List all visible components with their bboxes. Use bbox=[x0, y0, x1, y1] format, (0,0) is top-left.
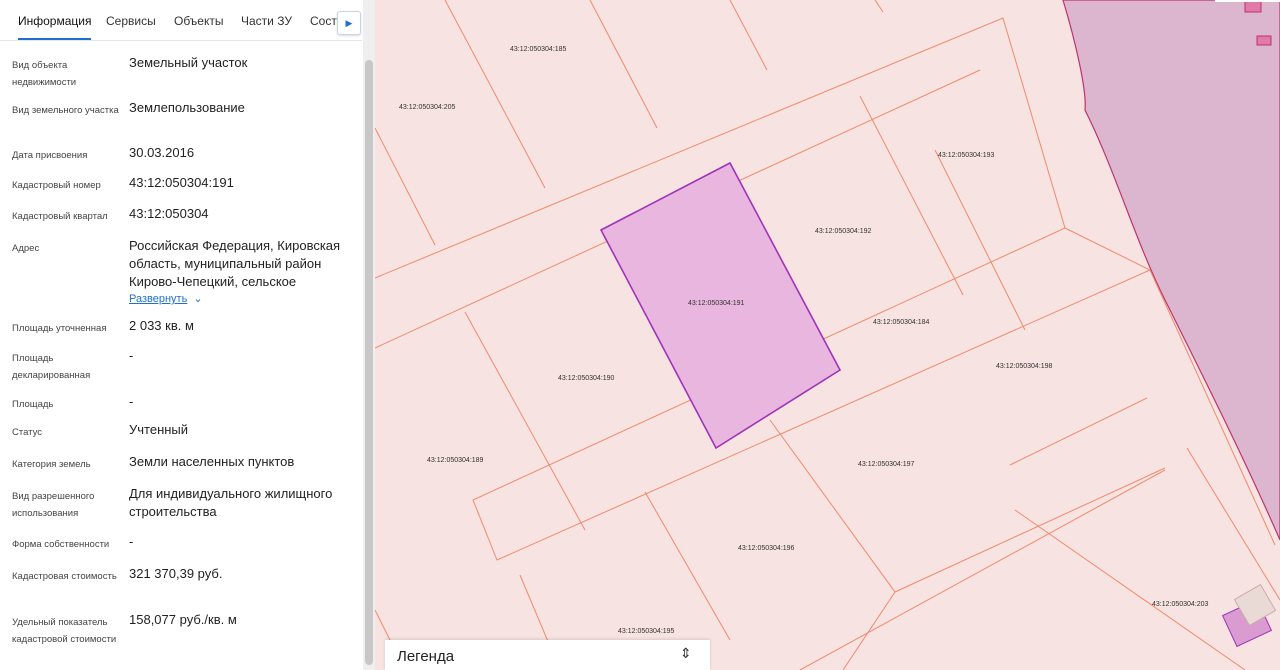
plot-label: 43:12:050304:196 bbox=[738, 545, 795, 552]
field-label: Дата присвоения bbox=[12, 150, 88, 161]
field-value: Российская Федерация, Кировская область,… bbox=[129, 238, 341, 289]
field-label: Площадь декларированная bbox=[12, 353, 91, 381]
field-value: 158,077 руб./кв. м bbox=[129, 612, 237, 627]
panel-scrollbar[interactable] bbox=[363, 0, 375, 670]
field-value: - bbox=[129, 394, 134, 409]
tab-parts[interactable]: Части ЗУ bbox=[241, 0, 292, 38]
scrollbar-thumb[interactable] bbox=[365, 60, 373, 665]
field-label: Кадастровый номер bbox=[12, 180, 101, 191]
zone-layer bbox=[1062, 0, 1280, 541]
tabs-scroll-right-button[interactable]: ▶ bbox=[337, 11, 361, 35]
plot-label: 43:12:050304:189 bbox=[427, 457, 484, 464]
field-label: Категория земель bbox=[12, 459, 91, 470]
chevron-updown-icon[interactable]: ⇕ bbox=[680, 645, 692, 662]
legend-panel[interactable]: Легенда ⇕ bbox=[385, 640, 710, 670]
zone-layer-bottom bbox=[1221, 583, 1277, 648]
zone-polygon[interactable] bbox=[1062, 0, 1280, 541]
plot-label: 43:12:050304:203 bbox=[1152, 601, 1209, 608]
expand-address-link[interactable]: Развернуть ⌄ bbox=[129, 292, 203, 305]
field-value: Землепользование bbox=[129, 100, 245, 115]
field-label: Вид разрешенного использования bbox=[12, 491, 95, 519]
field-label: Адрес bbox=[12, 243, 40, 254]
field-value: 30.03.2016 bbox=[129, 145, 195, 160]
field-value: - bbox=[129, 534, 134, 549]
plot-label: 43:12:050304:190 bbox=[558, 375, 615, 382]
field-label: Площадь bbox=[12, 399, 54, 410]
plot-label: 43:12:050304:193 bbox=[938, 152, 995, 159]
expand-link-label: Развернуть bbox=[129, 293, 188, 305]
field-label: Кадастровый квартал bbox=[12, 211, 108, 222]
field-value: 2 033 кв. м bbox=[129, 318, 194, 333]
info-panel: Информация Сервисы Объекты Части ЗУ Сост… bbox=[0, 0, 375, 670]
plot-label: 43:12:050304:191 bbox=[688, 300, 745, 307]
cadastral-map[interactable]: 43:12:050304:185 43:12:050304:205 43:12:… bbox=[375, 0, 1280, 670]
field-label: Вид земельного участка bbox=[12, 105, 119, 116]
field-label: Кадастровая стоимость bbox=[12, 571, 117, 582]
zone-fragment bbox=[1256, 35, 1272, 46]
field-value: - bbox=[129, 348, 134, 363]
plot-label: 43:12:050304:197 bbox=[858, 461, 915, 468]
field-label: Площадь уточненная bbox=[12, 323, 107, 334]
tab-composition[interactable]: Соста bbox=[310, 0, 338, 38]
plot-label: 43:12:050304:185 bbox=[510, 46, 567, 53]
tab-services[interactable]: Сервисы bbox=[106, 0, 156, 38]
field-label: Статус bbox=[12, 427, 43, 438]
chevron-right-icon: ▶ bbox=[345, 18, 353, 28]
plot-label: 43:12:050304:192 bbox=[815, 228, 872, 235]
tab-info[interactable]: Информация bbox=[18, 0, 92, 40]
field-value: 43:12:050304 bbox=[129, 206, 209, 221]
tab-objects[interactable]: Объекты bbox=[174, 0, 224, 38]
field-label: Удельный показатель кадастровой стоимост… bbox=[12, 617, 117, 645]
field-label: Форма собственности bbox=[12, 539, 110, 550]
field-value: 43:12:050304:191 bbox=[129, 175, 234, 190]
field-value: Земельный участок bbox=[129, 55, 248, 70]
plot-label: 43:12:050304:195 bbox=[618, 628, 675, 635]
legend-title: Легенда bbox=[397, 648, 455, 665]
map-canvas[interactable]: 43:12:050304:185 43:12:050304:205 43:12:… bbox=[375, 0, 1280, 670]
tab-bar: Информация Сервисы Объекты Части ЗУ Сост… bbox=[0, 0, 362, 41]
field-value: Земли населенных пунктов bbox=[129, 454, 295, 469]
plot-label: 43:12:050304:184 bbox=[873, 319, 930, 326]
chevron-down-icon: ⌄ bbox=[193, 293, 203, 305]
plot-label: 43:12:050304:205 bbox=[399, 104, 456, 111]
field-value: 321 370,39 руб. bbox=[129, 566, 223, 581]
field-value: Для индивидуального жилищного строительс… bbox=[129, 486, 333, 519]
map-control-edge bbox=[1215, 0, 1280, 2]
field-label: Вид объекта недвижимости bbox=[12, 60, 77, 88]
field-value: Учтенный bbox=[129, 422, 189, 437]
plot-label: 43:12:050304:198 bbox=[996, 363, 1053, 370]
